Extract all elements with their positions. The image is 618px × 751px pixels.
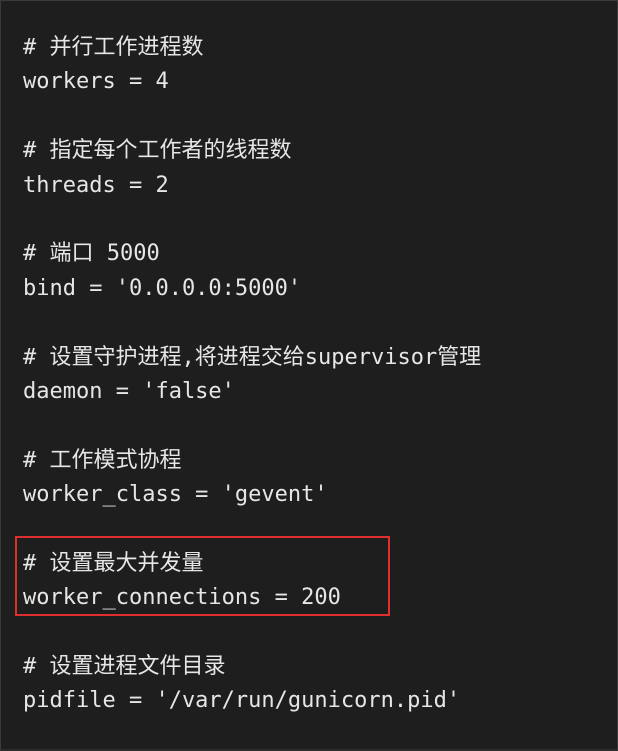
- code-line: threads = 2: [23, 172, 169, 198]
- code-line-comment: # 工作模式协程: [23, 447, 182, 473]
- code-block: # 并行工作进程数 workers = 4 # 指定每个工作者的线程数 thre…: [23, 31, 481, 719]
- code-line-comment: # 设置守护进程,将进程交给supervisor管理: [23, 344, 482, 370]
- code-line: workers = 4: [23, 69, 169, 95]
- code-line-comment: # 指定每个工作者的线程数: [23, 138, 292, 164]
- code-line: worker_connections = 200: [23, 585, 341, 611]
- code-line: pidfile = '/var/run/gunicorn.pid': [23, 688, 461, 714]
- code-line: worker_class = 'gevent': [23, 482, 328, 508]
- code-line: bind = '0.0.0.0:5000': [23, 275, 302, 301]
- code-editor: # 并行工作进程数 workers = 4 # 指定每个工作者的线程数 thre…: [0, 0, 618, 751]
- code-line-comment: # 设置进程文件目录: [23, 654, 226, 680]
- code-line-comment: # 并行工作进程数: [23, 35, 204, 60]
- code-line-comment: # 设置最大并发量: [23, 550, 204, 576]
- code-line-comment: # 端口 5000: [23, 241, 160, 267]
- code-line: daemon = 'false': [23, 378, 235, 404]
